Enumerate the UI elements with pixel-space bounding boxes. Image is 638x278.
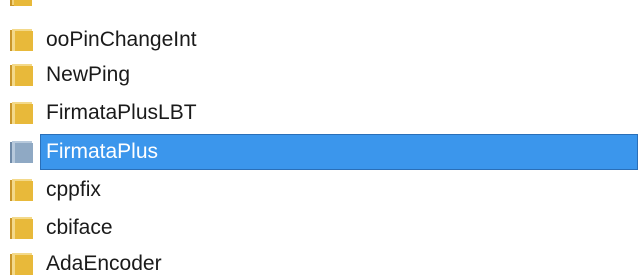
list-item-newping[interactable]: NewPing	[0, 56, 638, 94]
folder-icon	[10, 29, 33, 51]
folder-icon	[10, 102, 33, 124]
list-item-firmatapluslbt[interactable]: FirmataPlusLBT	[0, 94, 638, 132]
list-item-firmataplus[interactable]: FirmataPlus	[0, 133, 638, 171]
file-list: ooPinChangeInt NewPing FirmataPlusLBT Fi…	[0, 0, 638, 278]
folder-icon	[10, 179, 33, 201]
folder-icon	[10, 64, 33, 86]
folder-name: cppfix	[46, 178, 101, 201]
folder-name: FirmataPlus	[46, 140, 159, 163]
list-item-partial[interactable]	[0, 0, 638, 14]
folder-icon	[10, 217, 33, 239]
list-item-adaencoder[interactable]: AdaEncoder	[0, 245, 638, 278]
folder-name: AdaEncoder	[46, 252, 162, 275]
folder-icon	[10, 0, 32, 6]
folder-name: cbiface	[46, 216, 113, 239]
folder-name: NewPing	[46, 63, 131, 86]
list-item-cppfix[interactable]: cppfix	[0, 171, 638, 209]
folder-name: FirmataPlusLBT	[46, 101, 197, 124]
list-item-oopinchangeint[interactable]: ooPinChangeInt	[0, 21, 638, 59]
list-item-cbiface[interactable]: cbiface	[0, 209, 638, 247]
folder-icon	[10, 253, 33, 275]
folder-name: ooPinChangeInt	[46, 28, 197, 51]
folder-icon	[10, 141, 33, 163]
